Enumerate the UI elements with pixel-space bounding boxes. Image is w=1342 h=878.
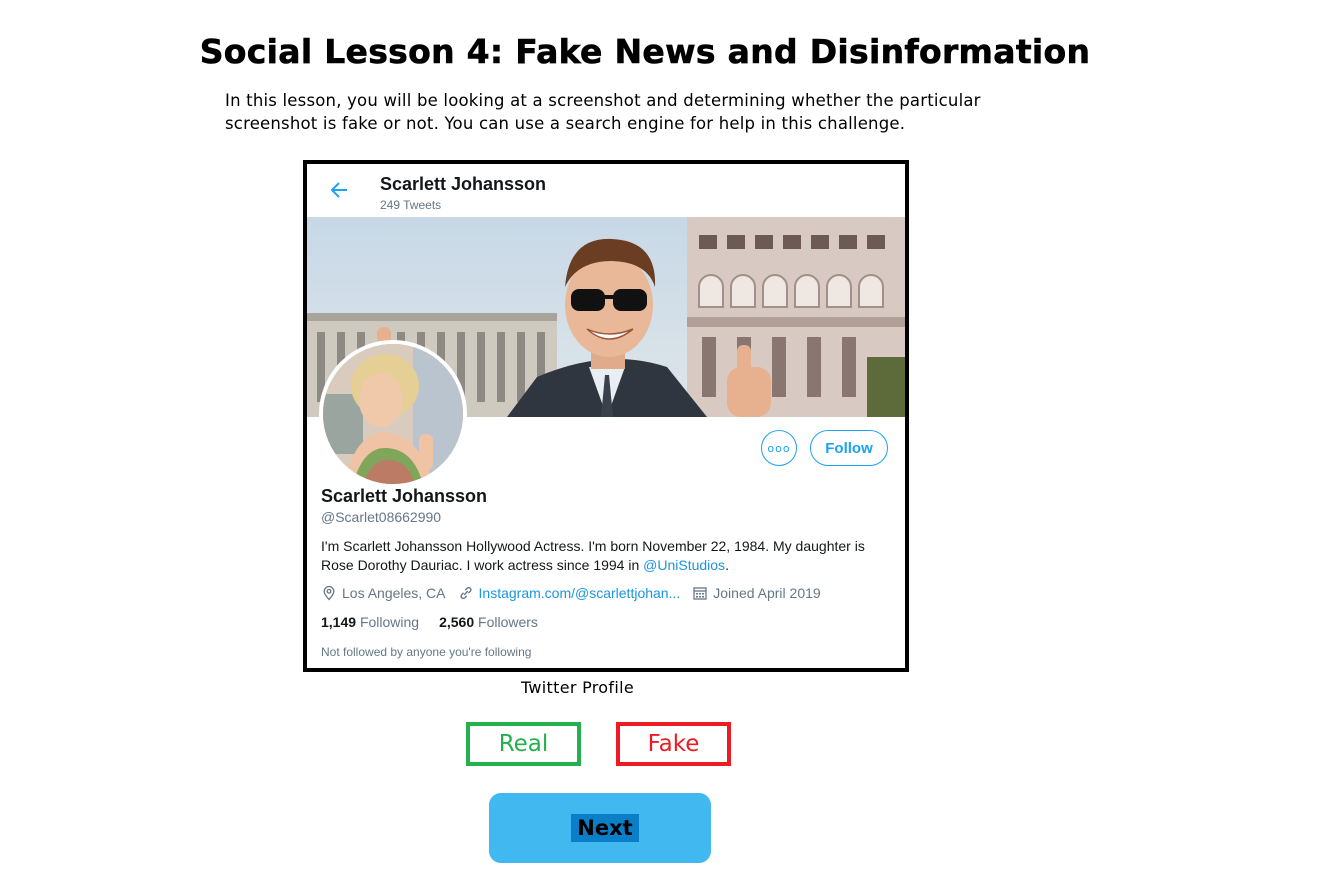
tweet-count: 249 Tweets [380,198,442,212]
link-icon [459,586,472,600]
followers-stat[interactable]: 2,560 Followers [439,614,538,630]
following-stat[interactable]: 1,149 Following [321,614,419,630]
profile-handle: @Scarlet08662990 [321,509,442,525]
header-profile-name: Scarlett Johansson [380,174,547,194]
fake-button[interactable]: Fake [616,722,731,766]
intro-line-2: screenshot is fake or not. You can use a… [225,114,906,133]
following-count: 1,149 [321,614,357,630]
lesson-intro: In this lesson, you will be looking at a… [225,89,1025,135]
bio-end: . [725,557,729,573]
more-options-icon: ooo [767,441,791,455]
joined-item: Joined April 2019 [692,585,821,601]
bio-mention-link[interactable]: @UniStudios [643,557,725,573]
more-options-button[interactable]: ooo [761,430,797,466]
joined-text: Joined April 2019 [713,585,821,601]
location-text: Los Angeles, CA [342,585,446,601]
real-button[interactable]: Real [466,722,581,766]
followers-count: 2,560 [439,614,475,630]
screenshot-caption: Twitter Profile [521,678,634,697]
lesson-title: Social Lesson 4: Fake News and Disinform… [199,32,1091,72]
profile-meta: Los Angeles, CA Instagram.com/@scarlettj… [321,585,833,601]
profile-avatar[interactable] [319,340,467,488]
location-item: Los Angeles, CA [321,585,446,601]
next-label: Next [571,814,639,842]
location-pin-icon [323,585,335,601]
profile-stats: 1,149 Following 2,560 Followers [321,614,558,630]
back-arrow-icon [330,182,347,198]
twitter-profile-screenshot: Scarlett Johansson 249 Tweets ooo Follow… [303,160,909,672]
following-label: Following [359,614,420,630]
website-link[interactable]: Instagram.com/@scarlettjohan... [479,585,681,601]
follow-note: Not followed by anyone you're following [321,645,532,659]
bio-text: I'm Scarlett Johansson Hollywood Actress… [321,538,865,573]
follow-button[interactable]: Follow [810,430,888,466]
intro-line-1: In this lesson, you will be looking at a… [225,91,981,110]
followers-label: Followers [478,614,538,630]
profile-name: Scarlett Johansson [321,486,488,506]
profile-bio: I'm Scarlett Johansson Hollywood Actress… [321,537,881,575]
website-item[interactable]: Instagram.com/@scarlettjohan... [458,585,681,601]
calendar-icon [693,587,707,600]
profile-header-bar: Scarlett Johansson 249 Tweets [307,164,905,217]
next-button[interactable]: Next [489,793,711,863]
